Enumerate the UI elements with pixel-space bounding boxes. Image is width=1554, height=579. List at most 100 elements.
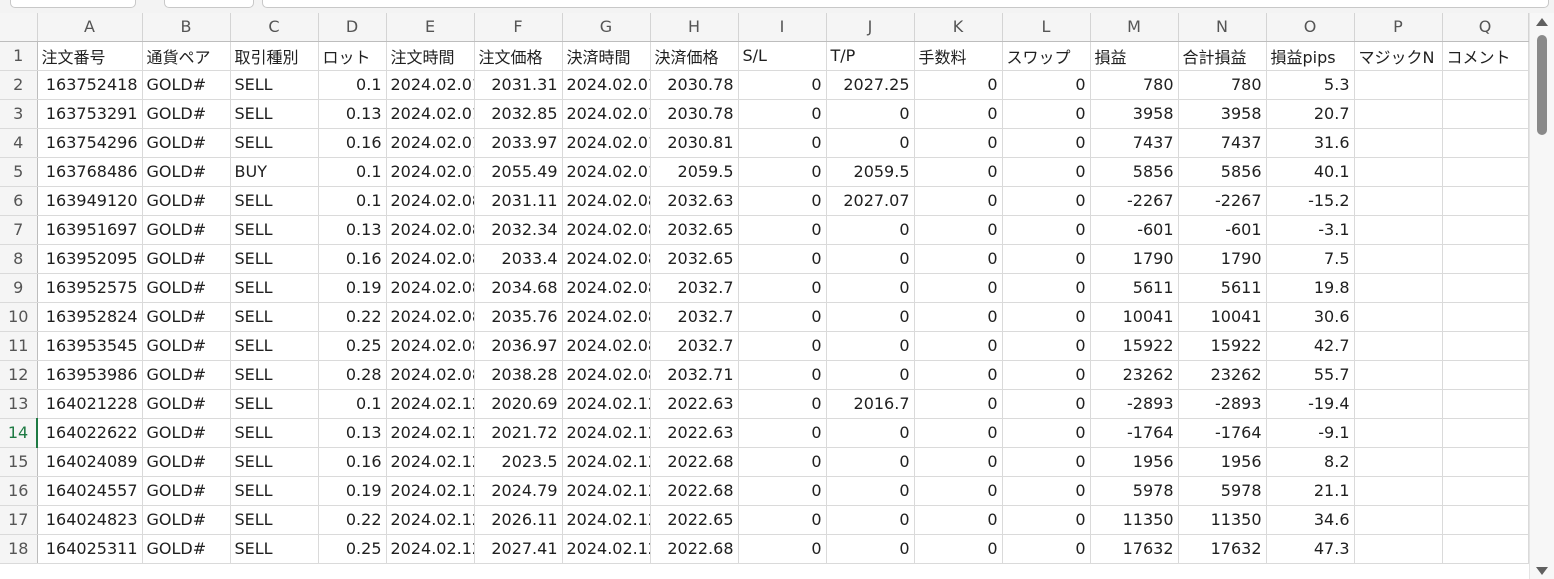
cell-n[interactable]: 5856 (1178, 157, 1267, 187)
cell-c[interactable]: SELL (230, 302, 319, 332)
cell-b[interactable]: GOLD# (142, 447, 231, 477)
cell-n[interactable]: 23262 (1178, 360, 1267, 390)
cell-b[interactable]: GOLD# (142, 186, 231, 216)
cell-n[interactable]: -2267 (1178, 186, 1267, 216)
cell-n[interactable]: 1790 (1178, 244, 1267, 274)
cell-e[interactable]: 2024.02.08 (386, 302, 475, 332)
cell-m[interactable]: 5611 (1090, 273, 1179, 303)
cell-m[interactable]: 1790 (1090, 244, 1179, 274)
row-header[interactable]: 18 (0, 534, 38, 564)
cell-c[interactable]: BUY (230, 157, 319, 187)
cell-f[interactable]: 注文価格 (474, 41, 563, 71)
row-header[interactable]: 5 (0, 157, 38, 187)
cell-k[interactable]: 0 (914, 244, 1003, 274)
cell-c[interactable]: SELL (230, 70, 319, 100)
row-header[interactable]: 9 (0, 273, 38, 303)
cell-l[interactable]: 0 (1002, 418, 1091, 448)
cell-e[interactable]: 2024.02.08 (386, 244, 475, 274)
cell-l[interactable]: 0 (1002, 447, 1091, 477)
cell-a[interactable]: 163952095 (37, 244, 143, 274)
cell-d[interactable]: 0.25 (318, 331, 387, 361)
cell-e[interactable]: 2024.02.12 (386, 418, 475, 448)
cell-a[interactable]: 注文番号 (37, 41, 143, 71)
cell-f[interactable]: 2036.97 (474, 331, 563, 361)
cell-j[interactable]: 2016.7 (826, 389, 915, 419)
cell-g[interactable]: 2024.02.12 (562, 418, 651, 448)
cell-o[interactable]: -15.2 (1266, 186, 1355, 216)
row-header[interactable]: 10 (0, 302, 38, 332)
cell-a[interactable]: 164025311 (37, 534, 143, 564)
cell-m[interactable]: 5978 (1090, 476, 1179, 506)
cell-a[interactable]: 163949120 (37, 186, 143, 216)
cell-m[interactable]: 損益 (1090, 41, 1179, 71)
column-header-a[interactable]: A (37, 13, 143, 42)
cell-d[interactable]: 0.13 (318, 215, 387, 245)
cell-l[interactable]: 0 (1002, 360, 1091, 390)
cell-n[interactable]: 780 (1178, 70, 1267, 100)
row-header[interactable]: 8 (0, 244, 38, 274)
cell-d[interactable]: 0.28 (318, 360, 387, 390)
cell-f[interactable]: 2038.28 (474, 360, 563, 390)
cell-d[interactable]: 0.19 (318, 273, 387, 303)
cell-c[interactable]: SELL (230, 418, 319, 448)
row-header[interactable]: 15 (0, 447, 38, 477)
cell-j[interactable]: 0 (826, 447, 915, 477)
cell-c[interactable]: SELL (230, 534, 319, 564)
row-header[interactable]: 12 (0, 360, 38, 390)
cell-d[interactable]: 0.19 (318, 476, 387, 506)
cell-g[interactable]: 2024.02.08 (562, 215, 651, 245)
cell-a[interactable]: 163952575 (37, 273, 143, 303)
cell-e[interactable]: 2024.02.12 (386, 505, 475, 535)
cell-p[interactable] (1354, 534, 1443, 564)
cell-l[interactable]: 0 (1002, 157, 1091, 187)
cell-n[interactable]: 10041 (1178, 302, 1267, 332)
cell-k[interactable]: 0 (914, 186, 1003, 216)
cell-q[interactable] (1442, 331, 1529, 361)
function-buttons[interactable] (164, 0, 254, 8)
cell-m[interactable]: 23262 (1090, 360, 1179, 390)
cell-m[interactable]: 10041 (1090, 302, 1179, 332)
cell-a[interactable]: 163951697 (37, 215, 143, 245)
cell-j[interactable]: T/P (826, 41, 915, 71)
cell-j[interactable]: 0 (826, 360, 915, 390)
cell-k[interactable]: 0 (914, 360, 1003, 390)
cell-i[interactable]: 0 (738, 505, 827, 535)
cell-n[interactable]: 合計損益 (1178, 41, 1267, 71)
cell-k[interactable]: 0 (914, 70, 1003, 100)
cell-e[interactable]: 2024.02.08 (386, 331, 475, 361)
cell-p[interactable] (1354, 128, 1443, 158)
cell-p[interactable] (1354, 418, 1443, 448)
cell-d[interactable]: 0.16 (318, 244, 387, 274)
cell-h[interactable]: 2022.68 (650, 476, 739, 506)
cell-f[interactable]: 2033.4 (474, 244, 563, 274)
cell-i[interactable]: 0 (738, 186, 827, 216)
column-header-o[interactable]: O (1266, 13, 1355, 42)
cell-n[interactable]: 15922 (1178, 331, 1267, 361)
cell-b[interactable]: GOLD# (142, 505, 231, 535)
cell-e[interactable]: 2024.02.01 (386, 128, 475, 158)
column-header-d[interactable]: D (318, 13, 387, 42)
cell-d[interactable]: 0.13 (318, 418, 387, 448)
cell-q[interactable] (1442, 273, 1529, 303)
cell-h[interactable]: 2030.78 (650, 99, 739, 129)
cell-p[interactable] (1354, 505, 1443, 535)
cell-o[interactable]: 31.6 (1266, 128, 1355, 158)
cell-o[interactable]: -19.4 (1266, 389, 1355, 419)
cell-p[interactable] (1354, 447, 1443, 477)
cell-n[interactable]: 7437 (1178, 128, 1267, 158)
cell-o[interactable]: 21.1 (1266, 476, 1355, 506)
column-header-p[interactable]: P (1354, 13, 1443, 42)
cell-j[interactable]: 0 (826, 418, 915, 448)
cell-q[interactable] (1442, 418, 1529, 448)
cell-i[interactable]: 0 (738, 99, 827, 129)
cell-b[interactable]: GOLD# (142, 389, 231, 419)
cell-c[interactable]: SELL (230, 186, 319, 216)
cell-f[interactable]: 2026.11 (474, 505, 563, 535)
cell-d[interactable]: 0.1 (318, 389, 387, 419)
cell-p[interactable] (1354, 157, 1443, 187)
cell-f[interactable]: 2055.49 (474, 157, 563, 187)
cell-m[interactable]: 1956 (1090, 447, 1179, 477)
cell-k[interactable]: 0 (914, 447, 1003, 477)
cell-a[interactable]: 163952824 (37, 302, 143, 332)
cell-l[interactable]: 0 (1002, 186, 1091, 216)
